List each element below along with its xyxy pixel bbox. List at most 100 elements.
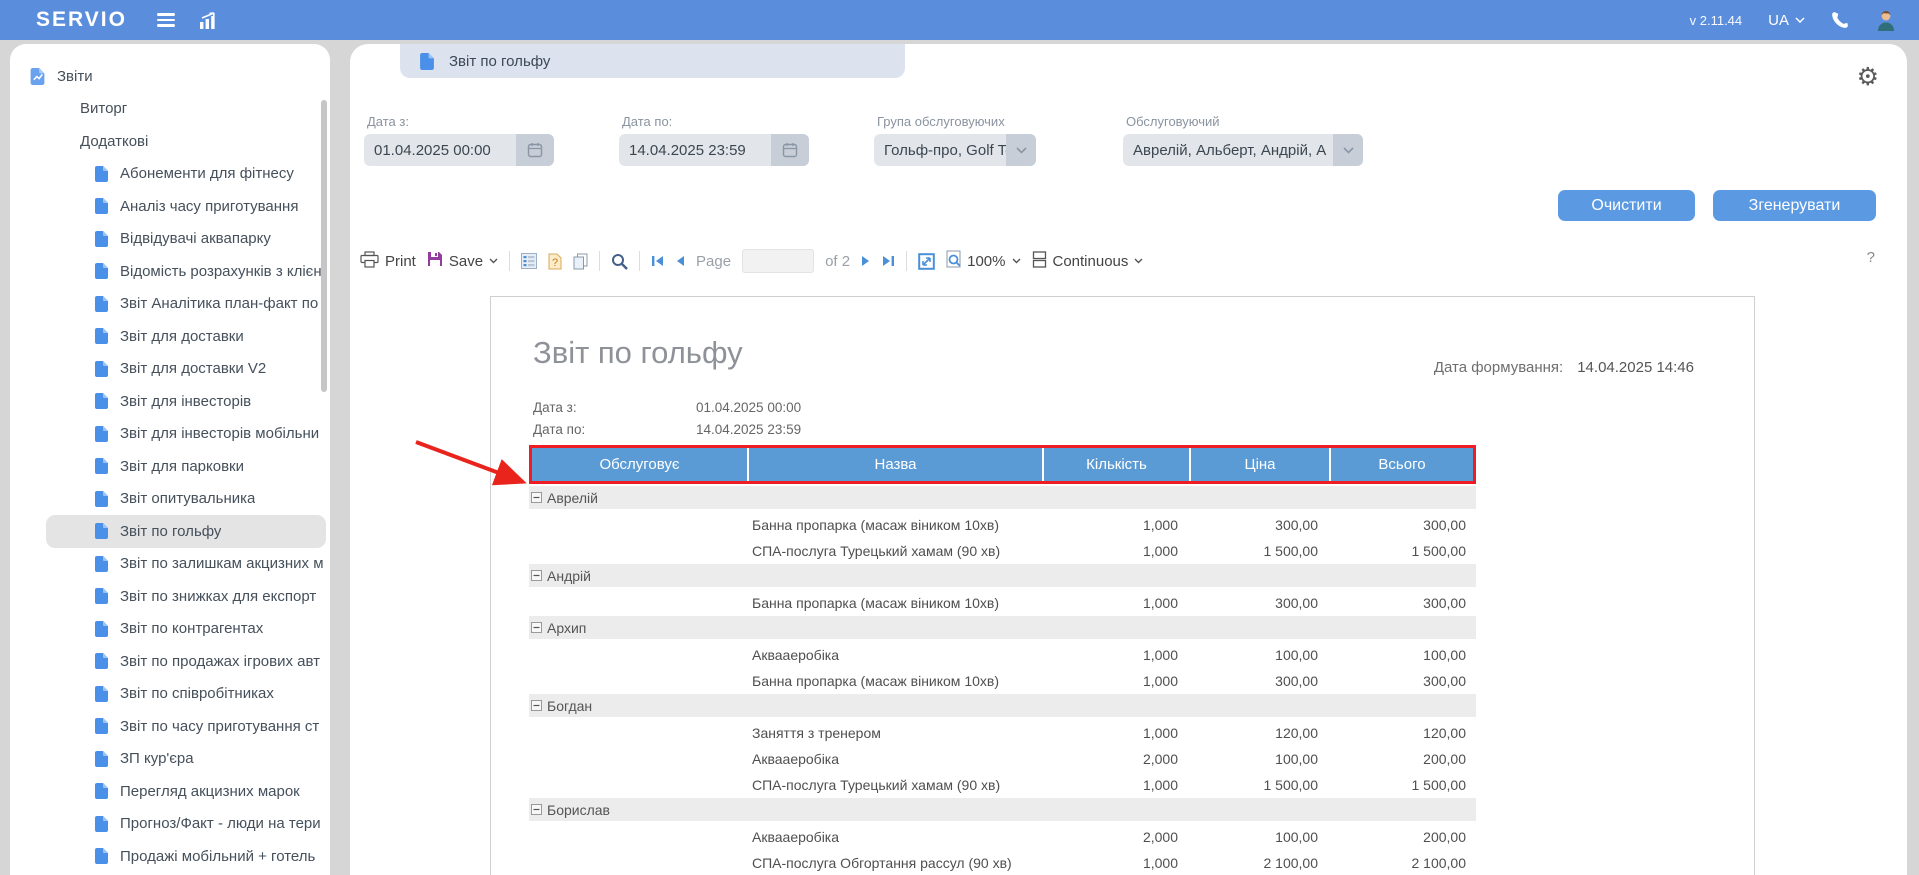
sidebar-item[interactable]: Відомість розрахунків з клієн xyxy=(10,255,326,288)
sidebar-item[interactable]: Відвідувачі аквапарку xyxy=(10,223,326,256)
table-row: Банна пропарка (масаж віником 10хв) 1,00… xyxy=(529,668,1476,694)
collapse-icon[interactable] xyxy=(531,804,542,815)
sidebar-section-dodatkovi[interactable]: Додаткові xyxy=(10,125,330,158)
sidebar-item[interactable]: Продажі мобільний + готель xyxy=(10,840,326,873)
total-value: 300,00 xyxy=(1328,517,1476,533)
sidebar-item[interactable]: Звіт Аналітика план-факт по xyxy=(10,288,326,321)
service-name: СПА-послуга Обгортання рассул (90 хв) xyxy=(746,855,1041,871)
staff-group-select[interactable]: Гольф-про, Golf Teaching, Go xyxy=(874,134,1036,166)
next-page-button[interactable] xyxy=(861,255,871,267)
sidebar-item[interactable]: Абонементи для фітнесу xyxy=(10,158,326,191)
sidebar-item[interactable]: Звіт по залишкам акцизних м xyxy=(10,548,326,581)
generate-button[interactable]: Згенерувати xyxy=(1713,190,1876,221)
document-icon xyxy=(95,426,108,442)
first-page-button[interactable] xyxy=(651,255,664,267)
save-icon xyxy=(427,251,443,271)
parameters-panel-icon[interactable] xyxy=(521,253,537,269)
sidebar-section-vytorg[interactable]: Виторг xyxy=(10,93,330,126)
group-row: Борислав xyxy=(529,798,1476,821)
service-name: СПА-послуга Турецький хамам (90 хв) xyxy=(746,543,1041,559)
total-value: 120,00 xyxy=(1328,725,1476,741)
page-number-input[interactable] xyxy=(742,249,814,273)
sidebar-item-label: Прогноз/Факт - люди на тери xyxy=(120,815,321,832)
calendar-icon[interactable] xyxy=(771,134,809,166)
save-button[interactable]: Save xyxy=(427,251,498,271)
layout-control[interactable]: Continuous xyxy=(1032,251,1144,272)
collapse-icon[interactable] xyxy=(531,570,542,581)
staff-select[interactable]: Аврелій, Альберт, Андрій, А xyxy=(1123,134,1363,166)
sidebar-item[interactable]: Звіт для інвесторів мобільни xyxy=(10,418,326,451)
sidebar-item[interactable]: Звіт опитувальника xyxy=(10,483,326,516)
help-button[interactable]: ? xyxy=(1867,249,1875,266)
document-icon xyxy=(95,393,108,409)
sidebar-item[interactable]: Звіт по часу приготування ст xyxy=(10,710,326,743)
sidebar-item[interactable]: Прогноз/Факт - люди на тери xyxy=(10,808,326,841)
tab-golf-report[interactable]: Звіт по гольфу xyxy=(400,44,905,78)
gear-icon[interactable]: ⚙ xyxy=(1857,64,1879,89)
total-value: 200,00 xyxy=(1328,751,1476,767)
table-row: Аквааеробіка 2,000 100,00 200,00 xyxy=(529,824,1476,850)
report-page: Звіт по гольфу Дата формування: 14.04.20… xyxy=(490,296,1755,875)
collapse-icon[interactable] xyxy=(531,492,542,503)
page-count-label: of 2 xyxy=(825,253,850,270)
calendar-icon[interactable] xyxy=(516,134,554,166)
chevron-down-icon xyxy=(1134,258,1143,264)
document-icon xyxy=(95,653,108,669)
sidebar-item[interactable]: Звіт для доставки V2 xyxy=(10,353,326,386)
sidebar-item[interactable]: Звіт по продажах ігрових авт xyxy=(10,645,326,678)
language-selector[interactable]: UA xyxy=(1768,12,1805,29)
sidebar-item[interactable]: Перегляд акцизних марок xyxy=(10,775,326,808)
date-to-input[interactable]: 14.04.2025 23:59 xyxy=(619,134,809,166)
total-value: 100,00 xyxy=(1328,647,1476,663)
hamburger-menu-icon[interactable] xyxy=(157,13,175,27)
tab-title: Звіт по гольфу xyxy=(449,53,550,70)
sidebar-item[interactable]: Звіт для парковки xyxy=(10,450,326,483)
sidebar-item-label: Звіт опитувальника xyxy=(120,490,255,507)
column-header: Кількість xyxy=(1044,448,1191,481)
sidebar-item[interactable]: Звіт для інвесторів xyxy=(10,385,326,418)
document-icon xyxy=(95,328,108,344)
table-row: Заняття з тренером 1,000 120,00 120,00 xyxy=(529,720,1476,746)
chevron-down-icon[interactable] xyxy=(1006,134,1036,166)
price-value: 100,00 xyxy=(1188,647,1328,663)
date-from-input[interactable]: 01.04.2025 00:00 xyxy=(364,134,554,166)
print-button[interactable]: Print xyxy=(360,251,416,272)
clear-button[interactable]: Очистити xyxy=(1558,190,1695,221)
sidebar-item[interactable]: Звіт по знижках для експорт xyxy=(10,580,326,613)
column-header: Назва xyxy=(749,448,1044,481)
sidebar-item-reports-root[interactable]: Звіти xyxy=(10,60,330,93)
sidebar-scrollbar[interactable] xyxy=(321,100,327,392)
copy-page-icon[interactable] xyxy=(573,253,588,270)
fullscreen-icon[interactable] xyxy=(918,253,935,270)
chevron-down-icon[interactable] xyxy=(1333,134,1363,166)
chart-icon[interactable] xyxy=(199,12,221,29)
report-toolbar: Print Save ? Page of 2 100% Continuous xyxy=(360,245,1143,277)
sidebar-item[interactable]: Аналіз часу приготування xyxy=(10,190,326,223)
zoom-control[interactable]: 100% xyxy=(946,250,1020,272)
sidebar-item[interactable]: Звіт по співробітниках xyxy=(10,678,326,711)
sidebar-item[interactable]: Звіт по контрагентах xyxy=(10,613,326,646)
user-avatar[interactable] xyxy=(1875,9,1897,31)
group-name: Андрій xyxy=(547,568,591,584)
sidebar-item[interactable]: Звіт по гольфу xyxy=(46,515,326,548)
sidebar-item-label: Звіт Аналітика план-факт по xyxy=(120,295,318,312)
sidebar-item-label: Звіт по співробітниках xyxy=(120,685,274,702)
collapse-icon[interactable] xyxy=(531,622,542,633)
document-icon xyxy=(95,361,108,377)
sidebar-item[interactable]: Звіт для доставки xyxy=(10,320,326,353)
last-page-button[interactable] xyxy=(882,255,895,267)
collapse-icon[interactable] xyxy=(531,700,542,711)
quantity-value: 2,000 xyxy=(1041,829,1188,845)
phone-icon[interactable] xyxy=(1831,11,1849,29)
filter-date-to: Дата по: 14.04.2025 23:59 xyxy=(619,114,809,166)
report-table: Обслуговує Назва Кількість Ціна Всього А… xyxy=(529,445,1476,875)
document-icon xyxy=(95,491,108,507)
prev-page-button[interactable] xyxy=(675,255,685,267)
sidebar-item[interactable]: ЗП кур'єра xyxy=(10,743,326,776)
document-icon xyxy=(95,816,108,832)
search-icon[interactable] xyxy=(611,253,628,270)
table-row: СПА-послуга Турецький хамам (90 хв) 1,00… xyxy=(529,538,1476,564)
document-map-icon[interactable]: ? xyxy=(548,253,562,270)
table-row: СПА-послуга Турецький хамам (90 хв) 1,00… xyxy=(529,772,1476,798)
filter-label: Група обслуговуючих xyxy=(874,114,1036,129)
